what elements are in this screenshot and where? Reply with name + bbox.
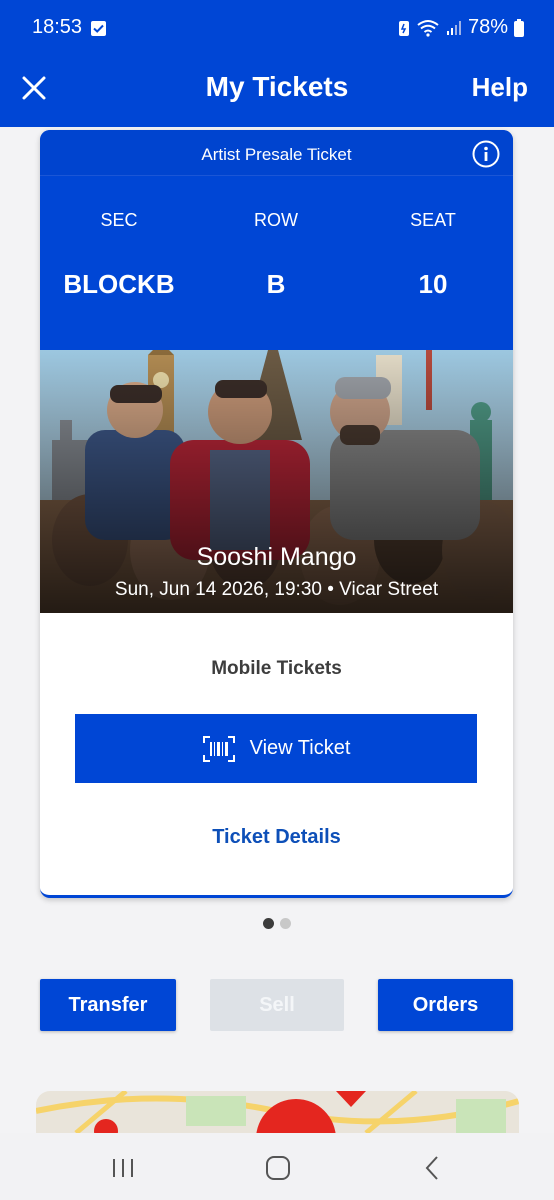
mobile-tickets-label: Mobile Tickets <box>211 658 342 679</box>
wifi-icon <box>417 19 439 37</box>
battery-saver-icon <box>398 20 409 36</box>
seat-label: SEAT <box>410 210 456 230</box>
status-bar: 18:53 78% <box>0 0 554 46</box>
ticket-header: Artist Presale Ticket SEC BLOCKB ROW B S… <box>40 130 513 350</box>
signal-icon <box>446 20 461 35</box>
info-button[interactable] <box>472 140 500 168</box>
ticket-details-link[interactable]: Ticket Details <box>40 826 513 849</box>
recents-button[interactable] <box>108 1153 138 1183</box>
seat-column: SEAT 10 <box>354 210 512 300</box>
battery-percent: 78% <box>467 16 508 38</box>
barcode-scan-icon <box>202 735 235 762</box>
row-value: B <box>266 269 286 299</box>
back-icon <box>425 1156 438 1180</box>
section-value: BLOCKB <box>63 269 175 299</box>
page-dot[interactable] <box>280 918 291 929</box>
presale-bar: Artist Presale Ticket <box>40 130 513 176</box>
checkbox-notification-icon <box>91 21 106 36</box>
view-ticket-label: View Ticket <box>249 737 351 759</box>
app-header: My Tickets Help <box>0 46 554 127</box>
help-button[interactable]: Help <box>472 72 528 103</box>
row-column: ROW B <box>197 210 355 300</box>
section-label: SEC <box>100 210 138 230</box>
battery-icon <box>514 18 524 37</box>
home-button[interactable] <box>263 1153 293 1183</box>
event-image <box>40 350 513 613</box>
venue-map-preview[interactable] <box>36 1091 519 1133</box>
recents-icon <box>113 1159 133 1177</box>
orders-button[interactable]: Orders <box>378 979 513 1031</box>
sell-button: Sell <box>210 979 344 1031</box>
back-button[interactable] <box>418 1153 448 1183</box>
status-time: 18:53 <box>32 16 83 38</box>
ticket-type-label: Artist Presale Ticket <box>201 145 352 164</box>
view-ticket-button[interactable]: View Ticket <box>75 714 477 783</box>
system-nav-bar <box>0 1133 554 1200</box>
info-icon <box>472 140 500 168</box>
event-name: Sooshi Mango <box>196 543 357 571</box>
ticket-card: Artist Presale Ticket SEC BLOCKB ROW B S… <box>40 130 513 898</box>
row-label: ROW <box>254 210 298 230</box>
status-indicators: 78% <box>398 16 524 39</box>
seat-value: 10 <box>418 269 448 299</box>
section-column: SEC BLOCKB <box>40 210 198 300</box>
event-date-venue: Sun, Jun 14 2026, 19:30 • Vicar Street <box>114 579 439 600</box>
page-dot-active[interactable] <box>263 918 274 929</box>
transfer-button[interactable]: Transfer <box>40 979 176 1031</box>
home-icon <box>266 1156 290 1180</box>
